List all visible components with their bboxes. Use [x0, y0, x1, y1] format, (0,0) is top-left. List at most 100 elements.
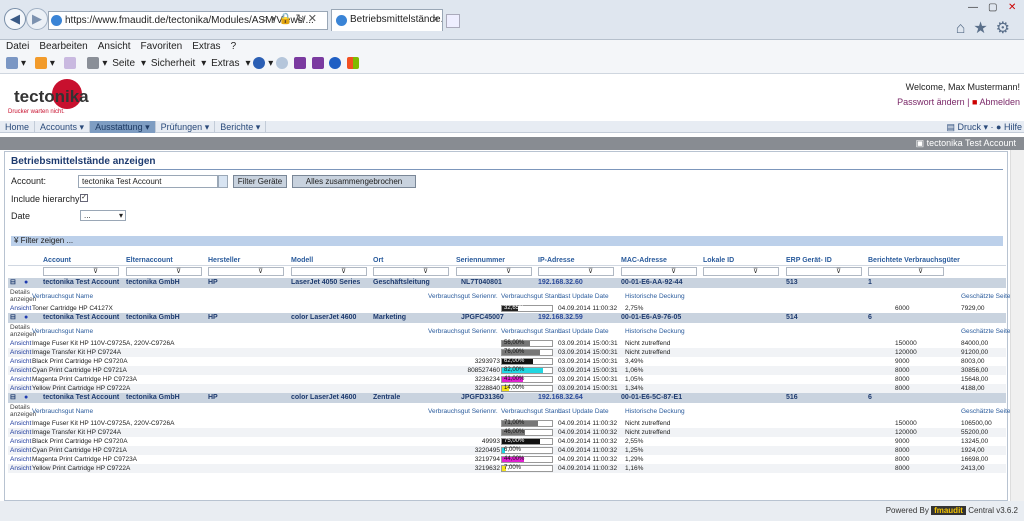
- address-actions[interactable]: ⌕▾🔒↻✕: [262, 11, 320, 28]
- column-filter-input[interactable]: [621, 267, 697, 276]
- date-select[interactable]: ... ▾: [80, 210, 126, 221]
- mail-icon[interactable]: [63, 57, 76, 70]
- device-row[interactable]: ⊟ ● tectonika Test Account tectonika GmbH HP…: [8, 393, 1006, 403]
- column-filter-input[interactable]: [538, 267, 614, 276]
- collapse-all-button[interactable]: Alles zusammengebrochen: [292, 175, 416, 188]
- info-icon[interactable]: ●: [24, 393, 28, 403]
- bluetooth-icon[interactable]: [329, 57, 342, 70]
- column-filter-input[interactable]: [868, 267, 944, 276]
- nav-berichte[interactable]: Berichte ▾: [215, 121, 267, 133]
- filter-icon[interactable]: ⊽: [671, 267, 676, 275]
- view-link[interactable]: Ansicht: [10, 428, 31, 437]
- view-link[interactable]: Ansicht: [10, 339, 31, 348]
- account-picker-button[interactable]: [218, 175, 228, 188]
- detail-col-hist[interactable]: Historische Deckung: [625, 408, 685, 415]
- menu-file[interactable]: Datei: [6, 41, 29, 52]
- column-header[interactable]: Seriennummer: [456, 256, 505, 266]
- device-cell[interactable]: tectonika Test Account: [43, 393, 119, 403]
- column-filter-input[interactable]: [291, 267, 367, 276]
- detail-col-total[interactable]: Geschätzte Seiten: [961, 408, 1014, 415]
- filter-icon[interactable]: ⊽: [506, 267, 511, 275]
- collapse-icon[interactable]: ⊟: [10, 278, 16, 288]
- rss-icon[interactable]: [34, 57, 47, 70]
- view-link[interactable]: Ansicht: [10, 446, 31, 455]
- collapse-icon[interactable]: ⊟: [10, 313, 16, 323]
- detail-col-hist[interactable]: Historische Deckung: [625, 328, 685, 335]
- onenote-icon[interactable]: [293, 57, 306, 70]
- filter-icon[interactable]: ⊽: [588, 267, 593, 275]
- detail-col-stand[interactable]: Verbrauchsgut Stand: [501, 408, 562, 415]
- column-header[interactable]: Account: [43, 256, 71, 266]
- column-filter-input[interactable]: [703, 267, 779, 276]
- info-icon[interactable]: ●: [24, 313, 28, 323]
- filter-devices-button[interactable]: Filter Geräte: [233, 175, 287, 188]
- printer-icon[interactable]: [87, 57, 100, 70]
- detail-col-stand[interactable]: Verbrauchsgut Stand: [501, 328, 562, 335]
- column-header[interactable]: Hersteller: [208, 256, 240, 266]
- view-link[interactable]: Ansicht: [10, 464, 31, 473]
- detail-col-serial[interactable]: Verbrauchsgut Seriennr.: [428, 408, 498, 415]
- change-password-link[interactable]: Passwort ändern: [897, 97, 965, 107]
- view-link[interactable]: Ansicht: [10, 366, 31, 375]
- hierarchy-checkbox[interactable]: ✓: [80, 194, 88, 202]
- filter-icon[interactable]: ⊽: [258, 267, 263, 275]
- detail-col-update[interactable]: Last Update Date: [558, 408, 609, 415]
- menu-tools[interactable]: Extras: [192, 41, 220, 52]
- help-link[interactable]: Hilfe: [1004, 122, 1022, 132]
- detail-col-serial[interactable]: Verbrauchsgut Seriennr.: [428, 328, 498, 335]
- office-icon[interactable]: [347, 57, 360, 70]
- collapse-icon[interactable]: ⊟: [10, 393, 16, 403]
- filter-icon[interactable]: ⊽: [753, 267, 758, 275]
- account-input[interactable]: tectonika Test Account: [78, 175, 218, 188]
- home-icon[interactable]: [6, 57, 18, 70]
- forward-button[interactable]: ▶: [26, 8, 48, 30]
- filter-icon[interactable]: ⊽: [918, 267, 923, 275]
- device-cell[interactable]: 192.168.32.60: [538, 278, 583, 288]
- column-header[interactable]: Ort: [373, 256, 384, 266]
- column-filter-input[interactable]: [373, 267, 449, 276]
- device-row[interactable]: ⊟ ● tectonika Test Account tectonika GmbH HP…: [8, 278, 1006, 288]
- browser-tab[interactable]: Betriebsmittelstände... ×: [331, 9, 443, 31]
- view-link[interactable]: Ansicht: [10, 375, 31, 384]
- column-header[interactable]: Berichtete Verbrauchsgüter: [868, 256, 960, 266]
- favorites-star-icon[interactable]: ★: [973, 20, 995, 37]
- help-icon[interactable]: [253, 57, 266, 70]
- detail-col-update[interactable]: Last Update Date: [558, 328, 609, 335]
- filter-icon[interactable]: ⊽: [836, 267, 841, 275]
- detail-col-name[interactable]: Verbrauchsgut Name: [32, 328, 93, 335]
- vertical-scrollbar[interactable]: [1010, 150, 1024, 501]
- menu-edit[interactable]: Bearbeiten: [39, 41, 87, 52]
- column-filter-input[interactable]: [208, 267, 284, 276]
- detail-col-name[interactable]: Verbrauchsgut Name: [32, 293, 93, 300]
- view-link[interactable]: Ansicht: [10, 384, 31, 393]
- device-cell[interactable]: 192.168.32.59: [538, 313, 583, 323]
- close-tab-icon[interactable]: ×: [433, 10, 439, 30]
- security-menu[interactable]: Sicherheit: [151, 58, 195, 69]
- detail-col-total[interactable]: Geschätzte Seiten: [961, 293, 1014, 300]
- info-icon[interactable]: ●: [24, 278, 28, 288]
- menu-help[interactable]: ?: [231, 41, 237, 52]
- gear-icon[interactable]: ⚙: [996, 20, 1018, 37]
- menu-view[interactable]: Ansicht: [98, 41, 131, 52]
- nav-accounts[interactable]: Accounts ▾: [35, 121, 91, 133]
- column-filter-input[interactable]: [456, 267, 532, 276]
- column-filter-input[interactable]: [786, 267, 862, 276]
- view-link[interactable]: Ansicht: [10, 357, 31, 366]
- print-link[interactable]: Druck: [957, 122, 981, 132]
- filter-icon[interactable]: ⊽: [176, 267, 181, 275]
- view-link[interactable]: Ansicht: [10, 348, 31, 357]
- column-header[interactable]: ERP Gerät- ID: [786, 256, 832, 266]
- column-header[interactable]: IP-Adresse: [538, 256, 575, 266]
- detail-col-name[interactable]: Verbrauchsgut Name: [32, 408, 93, 415]
- device-cell[interactable]: tectonika Test Account: [43, 313, 119, 323]
- nav-home[interactable]: Home: [0, 121, 36, 133]
- nav-ausstattung[interactable]: Ausstattung ▾: [90, 121, 156, 133]
- nav-pruefungen[interactable]: Prüfungen ▾: [156, 121, 216, 133]
- detail-col-serial[interactable]: Verbrauchsgut Seriennr.: [428, 293, 498, 300]
- filter-icon[interactable]: ⊽: [341, 267, 346, 275]
- column-filter-input[interactable]: [126, 267, 202, 276]
- column-filter-input[interactable]: [43, 267, 119, 276]
- onenote-send-icon[interactable]: [311, 57, 324, 70]
- view-link[interactable]: Ansicht: [10, 455, 31, 464]
- home-icon[interactable]: ⌂: [956, 20, 974, 37]
